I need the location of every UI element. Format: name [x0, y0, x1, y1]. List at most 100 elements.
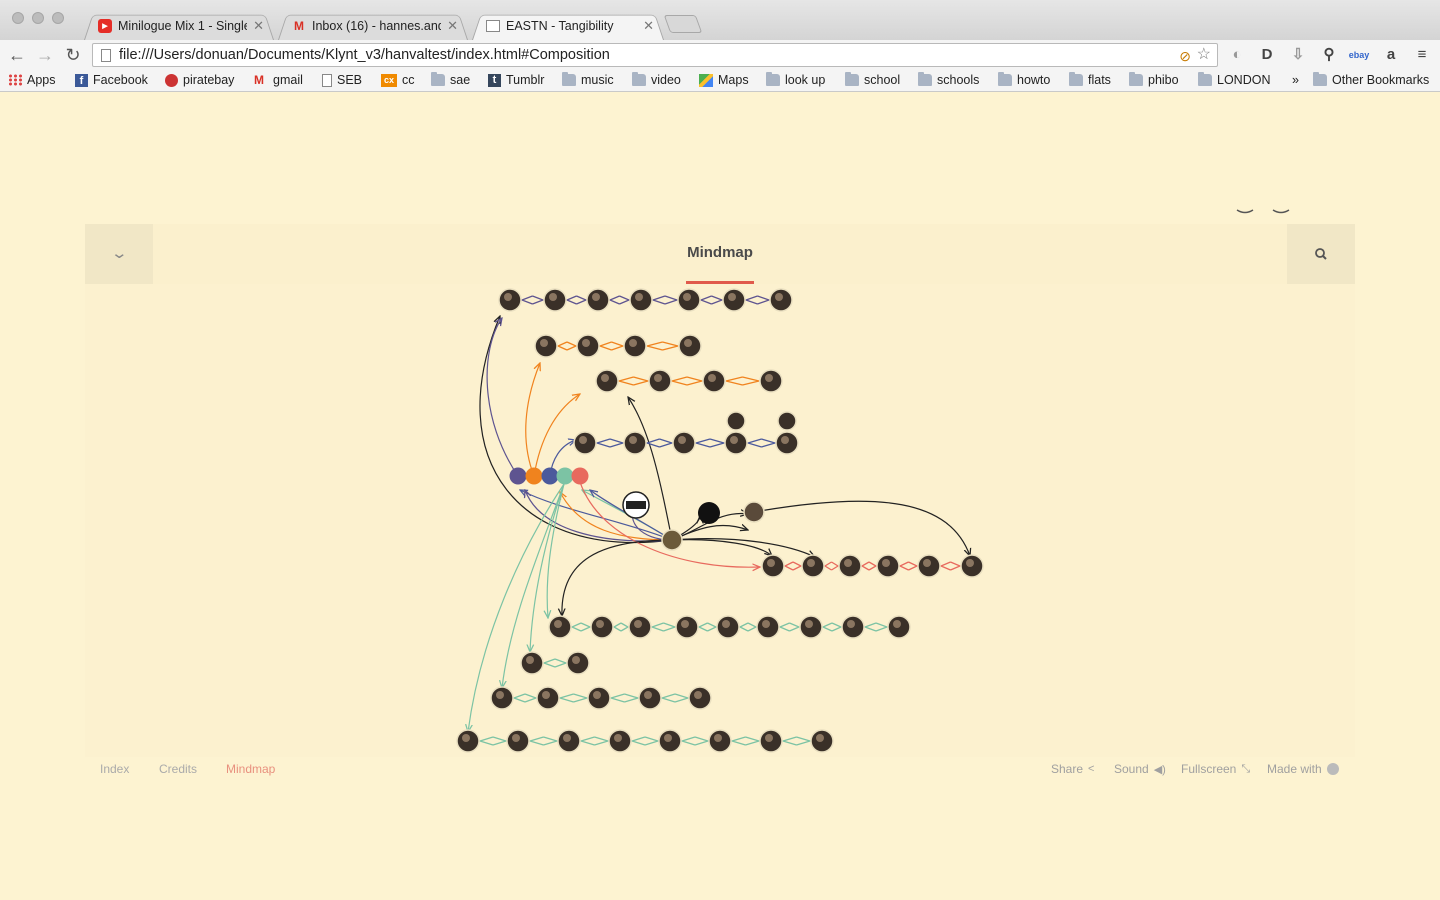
link-arrow-left	[778, 622, 790, 632]
link-arrow-right	[611, 341, 625, 351]
amazon-icon[interactable]: a	[1380, 44, 1402, 66]
mindmap-node-dark[interactable]	[698, 502, 720, 524]
link-arrow-right	[576, 295, 588, 305]
mindmap-node-thumbnail[interactable]	[743, 501, 765, 523]
link-arrow-left	[565, 295, 577, 305]
close-icon[interactable]: ✕	[643, 18, 654, 34]
link-arrow-left	[699, 295, 712, 305]
folder-icon	[1313, 72, 1327, 86]
bookmark-sae[interactable]: sae	[431, 72, 471, 87]
bookmark-schools[interactable]: schools	[918, 72, 979, 87]
link-arrow-right	[761, 438, 778, 448]
sound-button[interactable]: Sound ◀)	[1114, 762, 1166, 776]
bookmark-phibo[interactable]: phibo	[1129, 72, 1179, 87]
footer-link-mindmap[interactable]: Mindmap	[226, 762, 275, 776]
link-arrow-right	[609, 438, 626, 448]
link-arrow-left	[557, 693, 574, 703]
search-ext-icon[interactable]: ⚲	[1318, 44, 1340, 66]
link-arrow-right	[566, 341, 578, 351]
link-arrow-right	[745, 736, 762, 746]
link-arrow-right	[747, 622, 758, 632]
link-arrow-right	[707, 622, 718, 632]
reload-icon[interactable]: ↻	[62, 44, 84, 66]
link-arrow-right	[594, 736, 611, 746]
folder-icon	[1129, 72, 1143, 86]
bookmark-video[interactable]: video	[632, 72, 681, 87]
bookmark-look-up[interactable]: look up	[766, 72, 825, 87]
bookmark-label: Facebook	[93, 73, 148, 87]
ebay-icon[interactable]: ebay	[1348, 44, 1370, 66]
search-button[interactable]	[1287, 224, 1355, 284]
star-icon[interactable]: ☆	[1197, 44, 1211, 66]
bookmark-gmail[interactable]: M gmail	[254, 73, 303, 87]
close-icon[interactable]: ✕	[253, 18, 264, 34]
folder-icon	[918, 72, 932, 86]
bookmark-label: music	[581, 73, 614, 87]
minimize-window-button[interactable]	[32, 12, 44, 24]
klynt-logo-icon	[1326, 763, 1339, 775]
bookmark-apps[interactable]: Apps	[8, 73, 56, 87]
connector-arrow	[560, 492, 673, 541]
menu-icon[interactable]: ≡	[1411, 44, 1433, 66]
bookmark-music[interactable]: music	[562, 72, 614, 87]
thumbnail-figure	[629, 436, 637, 444]
link-arrow-right	[663, 622, 677, 632]
forward-icon[interactable]: →	[34, 44, 56, 66]
extension-icon[interactable]: ◐	[1226, 44, 1248, 66]
footer-link-credits[interactable]: Credits	[159, 762, 197, 776]
close-icon[interactable]: ✕	[447, 18, 458, 34]
bookmarks-overflow-button[interactable]: »	[1292, 73, 1299, 87]
bookmark-piratebay[interactable]: piratebay	[165, 73, 234, 87]
mindmap-graph	[456, 288, 984, 753]
category-dot[interactable]	[525, 467, 543, 485]
link-arrow-left	[616, 376, 634, 386]
bookmark-london[interactable]: LONDON	[1198, 72, 1270, 87]
new-tab-button[interactable]	[663, 15, 703, 33]
link-arrow-right	[619, 295, 631, 305]
category-dot[interactable]	[571, 467, 589, 485]
share-button[interactable]: Share <	[1051, 762, 1094, 776]
link-arrow-right	[757, 295, 771, 305]
link-arrow-left	[644, 438, 660, 448]
browser-tab-youtube[interactable]: ▶ Minilogue Mix 1 - Singles 2 ✕	[84, 12, 274, 40]
link-arrow-right	[686, 376, 705, 386]
thumbnail-figure	[582, 339, 590, 347]
browser-tab-gmail[interactable]: M Inbox (16) - hannes.anders ✕	[278, 12, 468, 40]
bookmark-seb[interactable]: SEB	[322, 73, 362, 87]
mindmap-node-thumbnail[interactable]	[777, 411, 797, 431]
link-arrow-right	[554, 658, 568, 668]
bookmark-tumblr[interactable]: t Tumblr	[488, 73, 544, 87]
logo-node-mark	[626, 501, 646, 509]
fullscreen-icon: ⤡	[1241, 762, 1251, 775]
close-window-button[interactable]	[12, 12, 24, 24]
page-icon	[101, 49, 111, 62]
bookmark-cc[interactable]: cx cc	[381, 73, 415, 87]
back-icon[interactable]: ←	[6, 44, 28, 66]
browser-tab-eastn[interactable]: EASTN - Tangibility ✕	[472, 12, 664, 40]
address-bar[interactable]: file:///Users/donuan/Documents/Klynt_v3/…	[92, 43, 1218, 67]
browser-titlebar: ▶ Minilogue Mix 1 - Singles 2 ✕ M Inbox …	[0, 0, 1440, 40]
extension-d-icon[interactable]: D	[1256, 44, 1278, 66]
thumbnail-figure	[730, 436, 738, 444]
mindmap-center-node[interactable]	[661, 529, 683, 551]
maximize-window-button[interactable]	[52, 12, 64, 24]
thumbnail-figure	[681, 620, 689, 628]
mindmap-node-thumbnail[interactable]	[726, 411, 746, 431]
bookmark-facebook[interactable]: f Facebook	[75, 73, 148, 87]
bookmark-maps[interactable]: Maps	[699, 73, 749, 87]
other-bookmarks[interactable]: Other Bookmarks	[1313, 72, 1429, 87]
bookmark-school[interactable]: school	[845, 72, 900, 87]
blocked-cookie-icon[interactable]: ⊘	[1179, 45, 1191, 67]
category-dot[interactable]	[509, 467, 527, 485]
link-arrow-right	[620, 622, 630, 632]
download-icon[interactable]: ⇩	[1287, 44, 1309, 66]
thumbnail-figure	[542, 691, 550, 699]
bookmark-flats[interactable]: flats	[1069, 72, 1111, 87]
bookmark-howto[interactable]: howto	[998, 72, 1050, 87]
fullscreen-button[interactable]: Fullscreen ⤡	[1181, 762, 1250, 776]
category-dot[interactable]	[541, 467, 559, 485]
category-dot[interactable]	[556, 467, 574, 485]
bookmark-label: sae	[450, 73, 471, 87]
footer-link-index[interactable]: Index	[100, 762, 129, 776]
made-with-link[interactable]: Made with	[1267, 762, 1339, 776]
